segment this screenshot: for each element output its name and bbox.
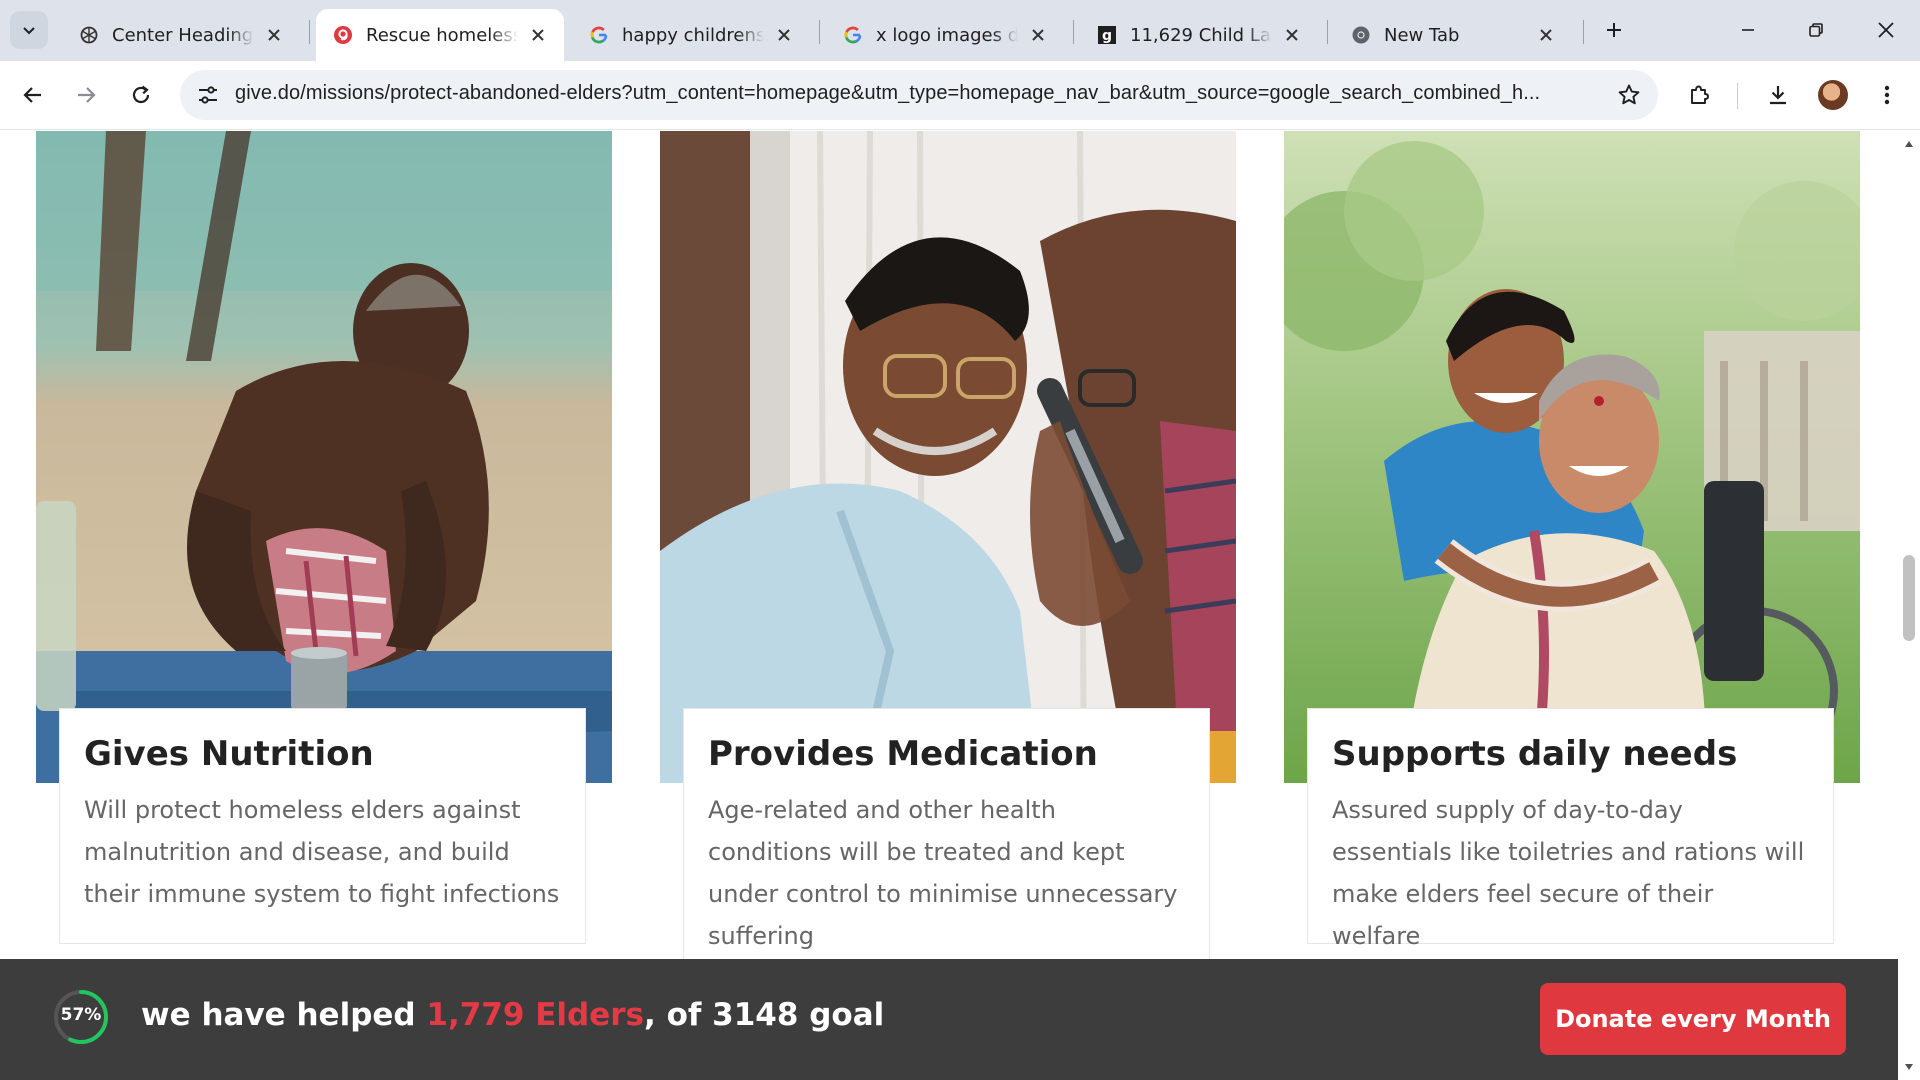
gettyimages-icon: g [1096,24,1118,46]
close-icon[interactable] [262,23,286,47]
daily-needs-photo [1284,131,1860,783]
site-info-icon[interactable] [194,82,222,108]
toolbar-separator [1737,83,1738,109]
back-button[interactable] [13,75,53,115]
tab-title: happy childrens im [622,24,764,46]
address-bar[interactable]: give.do/missions/protect-abandoned-elder… [180,70,1658,120]
donation-progress-bar: 57% we have helped 1,779 Elders, of 3148… [0,959,1898,1080]
profile-avatar[interactable] [1818,80,1848,110]
forward-button[interactable] [66,75,106,115]
reload-icon [132,85,150,104]
google-icon [588,24,610,46]
scroll-up-arrow-icon[interactable] [1898,135,1920,153]
downloads-button[interactable] [1758,75,1798,115]
tab-new-tab[interactable]: New Tab [1334,9,1572,61]
chevron-down-icon [23,27,35,35]
tab-separator [819,20,820,44]
close-icon [1878,22,1894,38]
browser-toolbar: give.do/missions/protect-abandoned-elder… [0,61,1920,130]
tab-strip: Center Heading and Rescue homeless s hap… [0,0,1920,61]
medication-photo [660,131,1236,783]
tab-title: x logo images down [876,24,1018,46]
helped-text: we have helped 1,779 Elders, of 3148 goa… [141,997,884,1033]
page-scrollbar[interactable] [1898,131,1920,1080]
close-icon[interactable] [1534,23,1558,47]
close-icon[interactable] [1026,23,1050,47]
close-icon[interactable] [1280,23,1304,47]
nutrition-photo [36,131,612,783]
tab-title: Center Heading and [112,24,254,46]
daily-needs-card: Supports daily needs Assured supply of d… [1307,708,1834,950]
tab-x-logo[interactable]: x logo images down [826,9,1064,61]
extensions-button[interactable] [1679,75,1719,115]
scroll-down-arrow-icon[interactable] [1898,1058,1920,1076]
scrollbar-thumb[interactable] [1903,555,1915,641]
tab-happy-childrens[interactable]: happy childrens im [572,9,810,61]
tab-title: New Tab [1384,24,1460,46]
tab-child-labour[interactable]: g 11,629 Child Labour [1080,9,1318,61]
tab-separator [1073,20,1074,44]
url-text[interactable]: give.do/missions/protect-abandoned-elder… [235,82,1580,105]
svg-text:g: g [1102,28,1112,44]
card-description: Assured supply of day-to-day essentials … [1332,796,1805,950]
download-icon [1770,86,1786,105]
helped-count: 1,779 Elders [426,997,644,1033]
progress-percent: 57% [60,1005,102,1025]
close-icon[interactable] [772,23,796,47]
menu-button[interactable] [1867,75,1907,115]
bookmark-star-icon[interactable] [1614,80,1644,110]
helped-prefix: we have helped [141,997,427,1033]
medication-card: Provides Medication Age-related and othe… [683,708,1210,968]
card-title: Gives Nutrition [84,734,374,774]
tab-search-button[interactable] [10,11,48,49]
page-content: Gives Nutrition Will protect homeless el… [0,131,1898,1080]
tab-title: 11,629 Child Labour [1130,24,1272,46]
puzzle-icon [1691,85,1709,104]
new-tab-button[interactable] [1597,13,1631,47]
card-description: Age-related and other health conditions … [708,796,1178,950]
restore-button[interactable] [1796,10,1836,50]
reload-button[interactable] [121,75,161,115]
tab-separator [309,20,310,44]
openai-icon [78,24,100,46]
minimize-icon [1742,29,1754,31]
givedo-icon [332,24,354,46]
arrow-right-icon [78,87,96,103]
google-icon [842,24,864,46]
more-vert-icon [1884,85,1890,105]
tab-separator [1583,20,1584,44]
arrow-left-icon [23,87,41,103]
tab-title: Rescue homeless s [366,24,518,46]
restore-icon [1809,23,1823,37]
tab-center-heading[interactable]: Center Heading and [62,9,300,61]
donate-every-month-button[interactable]: Donate every Month [1540,983,1846,1055]
minimize-button[interactable] [1728,10,1768,50]
tab-separator [1327,20,1328,44]
close-icon[interactable] [526,23,550,47]
card-title: Supports daily needs [1332,734,1738,774]
tab-rescue-homeless[interactable]: Rescue homeless s [316,9,564,61]
card-description: Will protect homeless elders against mal… [84,796,560,908]
helped-goal: , of 3148 goal [644,997,885,1033]
card-title: Provides Medication [708,734,1098,774]
nutrition-card: Gives Nutrition Will protect homeless el… [59,708,586,944]
chrome-icon [1350,24,1372,46]
close-window-button[interactable] [1866,10,1906,50]
plus-icon [1607,23,1621,37]
